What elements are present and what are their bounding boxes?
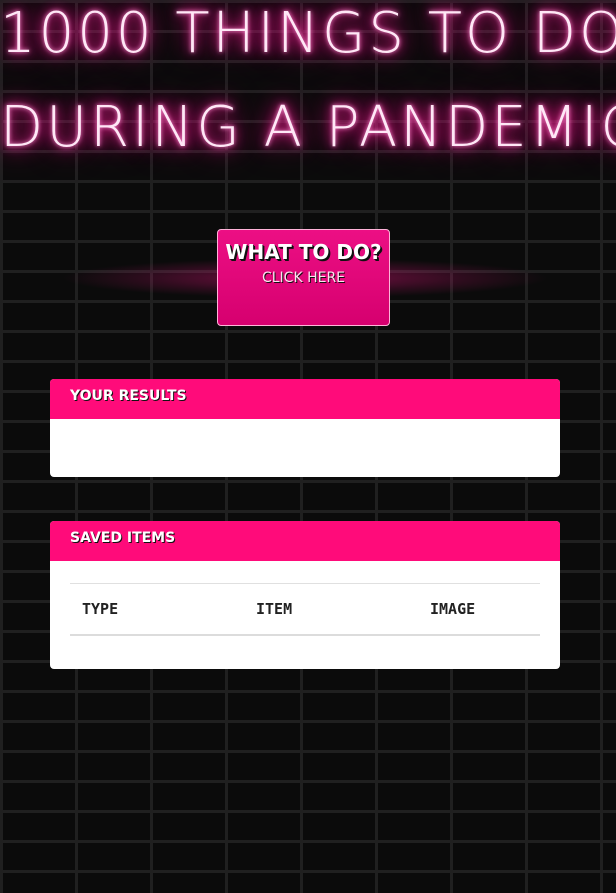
column-header-image: IMAGE — [430, 600, 476, 618]
saved-items-header: SAVED ITEMS — [50, 521, 560, 561]
title-line-2: DURING A PANDEMIC — [0, 95, 616, 160]
what-to-do-button[interactable]: WHAT TO DO? CLICK HERE — [217, 229, 390, 326]
saved-items-panel: SAVED ITEMS TYPE ITEM IMAGE — [50, 521, 560, 669]
saved-items-table: TYPE ITEM IMAGE — [70, 583, 540, 636]
title-line-1: 1000 THINGS TO DO — [0, 1, 616, 66]
results-panel: YOUR RESULTS — [50, 379, 560, 477]
cta-subtitle: CLICK HERE — [261, 270, 346, 286]
column-header-type: TYPE — [82, 600, 119, 618]
cta-title: WHAT TO DO? — [225, 240, 382, 264]
column-header-item: ITEM — [256, 600, 293, 618]
results-header: YOUR RESULTS — [50, 379, 560, 419]
